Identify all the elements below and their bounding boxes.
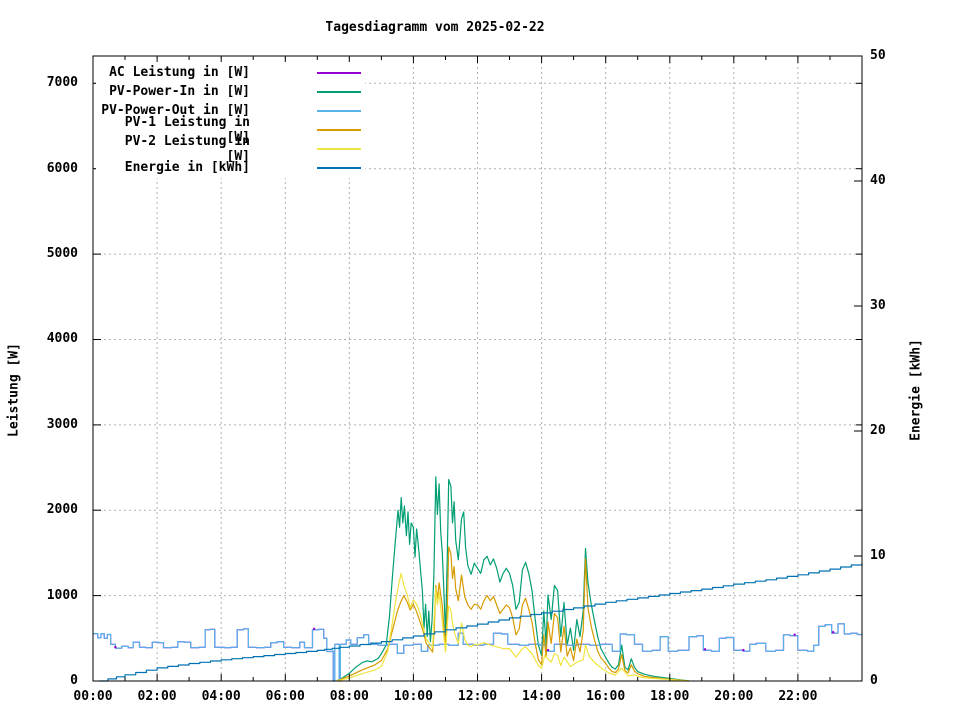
y-left-tick-label: 5000 <box>46 246 78 262</box>
ac-visible-dot <box>832 631 835 634</box>
ac-visible-dot <box>546 648 550 652</box>
legend-item-0: AC Leistung in [W] <box>96 63 361 82</box>
tagesdiagramm-chart: Tagesdiagramm vom 2025-02-22 Leistung [W… <box>0 0 960 720</box>
x-tick-label: 14:00 <box>522 689 562 704</box>
legend-line-sample <box>317 147 361 150</box>
y-axis-label-right: Energie [kWh] <box>908 339 924 441</box>
y-right-tick-label: 40 <box>870 173 886 188</box>
x-tick-label: 02:00 <box>137 689 177 704</box>
x-tick-label: 20:00 <box>714 689 754 704</box>
x-tick-label: 16:00 <box>586 689 626 704</box>
y-left-tick-label: 3000 <box>46 416 78 432</box>
legend-label: Energie in [kWh] <box>124 160 250 175</box>
legend-label: PV-2 Leistung in [W] <box>124 133 250 164</box>
y-right-tick-label: 50 <box>870 48 886 63</box>
legend-line-sample <box>317 166 361 169</box>
y-left-tick-label: 4000 <box>46 331 78 347</box>
y-right-tick-label: 30 <box>870 298 886 313</box>
x-tick-label: 10:00 <box>393 689 433 704</box>
legend-item-5: Energie in [kWh] <box>96 158 361 177</box>
y-axis-label-left: Leistung [W] <box>6 343 22 437</box>
x-tick-label: 18:00 <box>650 689 690 704</box>
x-tick-label: 12:00 <box>457 689 498 704</box>
ac-visible-dot <box>312 627 316 630</box>
x-tick-label: 22:00 <box>778 689 818 704</box>
chart-legend: AC Leistung in [W] PV-Power-In in [W] PV-P… <box>96 62 365 178</box>
legend-label: AC Leistung in [W] <box>109 65 250 80</box>
y-right-tick-label: 20 <box>870 423 886 438</box>
y-left-tick-label: 7000 <box>46 75 78 91</box>
y-left-tick-label: 2000 <box>46 502 78 518</box>
legend-item-1: PV-Power-In in [W] <box>96 82 361 101</box>
series-energie-in-kwh- <box>99 562 863 682</box>
legend-item-4: PV-2 Leistung in [W] <box>96 134 361 164</box>
x-tick-label: 06:00 <box>265 689 305 704</box>
ac-visible-dot <box>742 648 745 652</box>
y-right-tick-label: 0 <box>870 673 878 688</box>
y-left-tick-label: 1000 <box>46 587 78 603</box>
y-right-tick-label: 10 <box>870 548 886 563</box>
x-tick-label: 04:00 <box>201 689 241 704</box>
legend-line-sample <box>317 128 361 131</box>
ac-visible-dot <box>114 645 117 649</box>
legend-line-sample <box>317 90 361 93</box>
legend-line-sample <box>317 71 361 74</box>
y-left-tick-label: 6000 <box>46 160 78 176</box>
legend-label: PV-Power-In in [W] <box>109 84 250 99</box>
x-tick-label: 08:00 <box>329 689 369 704</box>
x-tick-label: 00:00 <box>73 689 113 704</box>
ac-visible-dot <box>703 648 707 651</box>
chart-title: Tagesdiagramm vom 2025-02-22 <box>325 20 545 35</box>
ac-visible-dot <box>793 633 796 636</box>
series-pv-power-in-in-w- <box>336 476 690 682</box>
y-left-tick-label: 0 <box>70 673 78 688</box>
legend-line-sample <box>317 109 361 112</box>
